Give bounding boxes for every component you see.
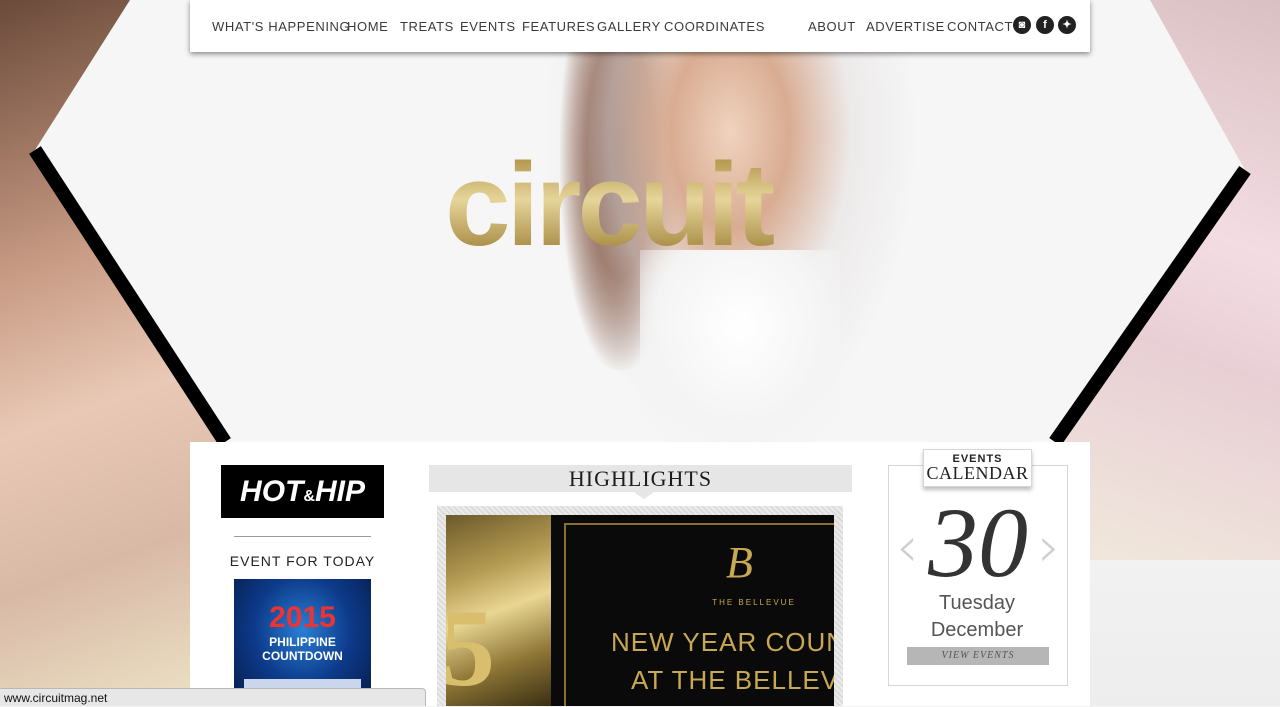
highlight-headline-2: AT THE BELLEVUE MAN — [631, 665, 834, 695]
calendar-tag-bottom: CALENDAR — [926, 463, 1029, 483]
event-thumb-line2: COUNTDOWN — [262, 649, 343, 663]
badge-amp-text: & — [303, 488, 315, 505]
facebook-icon[interactable]: f — [1036, 16, 1054, 34]
nav-gallery[interactable]: GALLERY — [597, 19, 661, 34]
events-calendar-tag: EVENTS CALENDAR — [923, 449, 1032, 487]
highlight-brand-name: THE BELLEVUE — [712, 598, 796, 607]
twitter-icon[interactable]: ✦ — [1058, 16, 1076, 34]
calendar-month: December — [930, 619, 1024, 641]
chevron-left-icon[interactable]: ‹ — [896, 520, 918, 576]
nav-coordinates[interactable]: COORDINATES — [664, 19, 765, 34]
calendar-weekday: Tuesday — [939, 592, 1015, 614]
nav-advertise[interactable]: ADVERTISE — [866, 19, 945, 34]
nav-home[interactable]: HOME — [347, 19, 388, 34]
event-thumb-line1: PHILIPPINE — [269, 635, 336, 649]
site-logo[interactable]: circuit — [445, 146, 840, 264]
highlight-headline-1: NEW YEAR COUNTDOWN P — [611, 627, 834, 657]
highlights-title: HIGHLIGHTS — [429, 465, 852, 492]
nav-features[interactable]: FEATURES — [522, 19, 595, 34]
content-panel: HOT&HIP EVENT FOR TODAY 2015 PHILIPPINE … — [190, 442, 1090, 706]
view-events-button[interactable]: VIEW EVENTS — [907, 647, 1049, 665]
badge-hot-text: HOT — [240, 475, 304, 508]
model-dress — [640, 250, 840, 442]
event-thumbnail[interactable]: 2015 PHILIPPINE COUNTDOWN — [234, 579, 371, 706]
highlight-slide-image[interactable]: 5 B THE BELLEVUE NEW YEAR COUNTDOWN P AT… — [446, 515, 834, 706]
event-thumb-year: 2015 — [269, 601, 336, 634]
highlight-number: 5 — [446, 587, 495, 706]
nav-whats-happening[interactable]: WHAT'S HAPPENING — [212, 19, 350, 34]
nav-contact[interactable]: CONTACT — [947, 19, 1013, 34]
bellevue-logo-icon: B — [726, 538, 753, 587]
nav-about[interactable]: ABOUT — [808, 19, 856, 34]
nav-events[interactable]: EVENTS — [460, 19, 516, 34]
highlights-pointer — [634, 492, 654, 499]
nav-treats[interactable]: TREATS — [400, 19, 454, 34]
calendar-day-number: 30 — [928, 487, 1028, 598]
chevron-right-icon[interactable]: › — [1038, 520, 1060, 576]
top-navigation: WHAT'S HAPPENING HOME TREATS EVENTS FEAT… — [190, 0, 1090, 52]
highlight-slide-frame: 5 B THE BELLEVUE NEW YEAR COUNTDOWN P AT… — [437, 506, 843, 706]
badge-hip-text: HIP — [314, 475, 365, 508]
hot-and-hip-badge[interactable]: HOT&HIP — [221, 465, 384, 518]
event-for-today-heading: EVENT FOR TODAY — [229, 553, 376, 569]
instagram-icon[interactable]: ◙ — [1013, 16, 1031, 34]
browser-status-bar: www.circuitmag.net — [0, 688, 426, 706]
divider — [234, 536, 371, 537]
